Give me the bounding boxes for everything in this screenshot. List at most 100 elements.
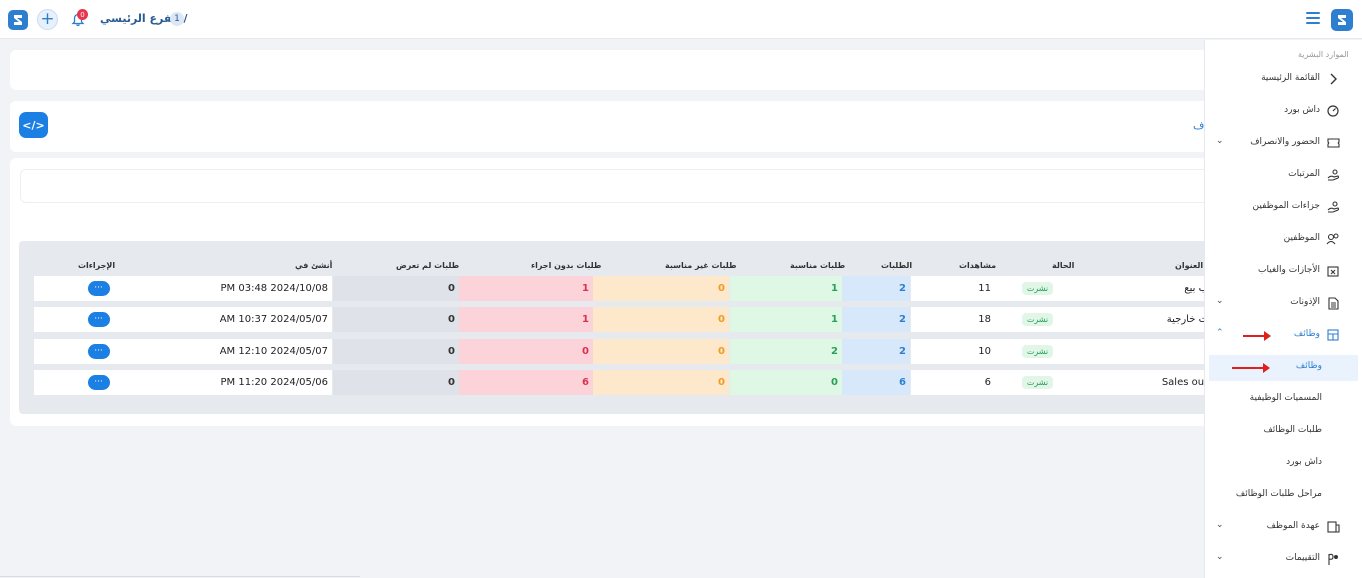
calendar-x-icon [1326, 264, 1340, 278]
penalty-hand-icon [1326, 200, 1340, 214]
cell-applications[interactable]: 6 [842, 370, 910, 395]
chevron-down-icon[interactable]: ⌄ [1216, 296, 1224, 306]
header-status: الحالة [1052, 261, 1075, 270]
cell-fit: 0 [730, 370, 842, 395]
cell-fit: 1 [730, 307, 842, 332]
sidebar-item-label: جزاءات الموظفين [1252, 201, 1320, 211]
sidebar-item-label: التقييمات [1285, 553, 1320, 563]
header-unfit: طلبات غير مناسبة [665, 261, 737, 270]
cell-fit: 2 [730, 339, 842, 364]
table-row[interactable]: ··· AM 10:37 2024/05/07 0 1 0 1 2 18 نشر… [34, 307, 1210, 332]
sidebar-item-salaries[interactable]: المرتبات [1205, 163, 1362, 189]
sidebar-subitem-label: طلبات الوظائف [1263, 425, 1322, 435]
sidebar-item-label: الإذونات [1290, 297, 1320, 307]
custody-icon [1326, 520, 1340, 534]
cell-title[interactable]: ـ [1080, 339, 1210, 364]
sidebar-item-employees[interactable]: الموظفين [1205, 227, 1362, 253]
header-created: أنشئ في [295, 261, 333, 270]
sidebar-item-custody[interactable]: ⌄ عهدة الموظف [1205, 515, 1362, 541]
cell-created: AM 12:10 2024/05/07 [163, 339, 332, 364]
sidebar-item-main-menu[interactable]: القائمة الرئيسية [1205, 67, 1362, 93]
chevron-right-icon [1326, 72, 1340, 86]
row-actions-button[interactable]: ··· [87, 281, 110, 296]
sidebar-subitem-application-stages[interactable]: مراحل طلبات الوظائف [1205, 483, 1362, 509]
cell-no-show: 0 [333, 370, 459, 395]
sidebar-item-jobs[interactable]: ⌃ وظائف [1205, 323, 1362, 349]
code-view-button[interactable]: </> [19, 112, 48, 138]
sidebar-item-label: الموظفين [1283, 233, 1320, 243]
cell-title[interactable]: ت خارجية [1080, 307, 1210, 332]
cell-unfit: 0 [593, 370, 729, 395]
sidebar-item-vacations[interactable]: الأجازات والغياب [1205, 259, 1362, 285]
row-actions-button[interactable]: ··· [87, 375, 110, 390]
cell-title[interactable]: ب بيع [1080, 276, 1210, 301]
sidebar-item-dashboard[interactable]: داش بورد [1205, 99, 1362, 125]
sidebar-item-label: القائمة الرئيسية [1261, 73, 1320, 83]
plus-icon[interactable]: + [37, 9, 58, 30]
filter-card [10, 50, 1210, 90]
sidebar-item-attendance[interactable]: ⌄ الحضور والانصراف [1205, 131, 1362, 157]
row-actions-button[interactable]: ··· [87, 312, 110, 327]
footer-divider [0, 576, 360, 577]
document-icon [1326, 296, 1340, 310]
cell-created: PM 03:48 2024/10/08 [163, 276, 332, 301]
app-logo-small[interactable] [8, 10, 28, 30]
cell-fit: 1 [730, 276, 842, 301]
sidebar-subitem-label: وظائف [1295, 361, 1322, 371]
ticket-icon [1326, 136, 1340, 150]
cell-unfit: 0 [593, 339, 729, 364]
cell-no-show: 0 [333, 339, 459, 364]
cell-no-action: 1 [459, 307, 593, 332]
status-badge: نشرت [1021, 313, 1054, 326]
sidebar-item-penalties[interactable]: جزاءات الموظفين [1205, 195, 1362, 221]
sidebar-item-label: عهدة الموظف [1266, 521, 1320, 531]
cell-no-show: 0 [333, 307, 459, 332]
sidebar-item-label: الأجازات والغياب [1258, 265, 1320, 275]
sidebar-item-label: المرتبات [1288, 169, 1320, 179]
hamburger-menu-icon[interactable] [1306, 12, 1320, 24]
table-row[interactable]: ··· PM 11:20 2024/05/06 0 6 0 0 6 6 نشرت… [34, 370, 1210, 395]
cell-applications[interactable]: 2 [842, 339, 910, 364]
sidebar-subitem-job-applications[interactable]: طلبات الوظائف [1205, 419, 1362, 445]
sidebar-item-label: الحضور والانصراف [1250, 137, 1320, 147]
cell-unfit: 0 [593, 276, 729, 301]
status-badge: نشرت [1021, 282, 1054, 295]
sidebar-subitem-job-titles[interactable]: المسميات الوظيفية [1205, 387, 1362, 413]
notification-count-badge: 0 [77, 9, 88, 20]
header-actions: الإجراءات [78, 261, 116, 270]
row-actions-button[interactable]: ··· [87, 344, 110, 359]
sidebar-item-ratings[interactable]: ⌄ التقييمات [1205, 547, 1362, 573]
chevron-down-icon[interactable]: ⌄ [1216, 136, 1224, 146]
top-bar [0, 0, 1362, 39]
app-logo[interactable] [1331, 9, 1353, 31]
cell-no-action: 1 [459, 276, 593, 301]
search-input[interactable] [20, 169, 1210, 203]
status-badge: نشرت [1021, 376, 1054, 389]
cell-created: AM 10:37 2024/05/07 [163, 307, 332, 332]
branch-number-badge: 1 [170, 12, 184, 26]
sidebar-subitem-dashboard[interactable]: داش بورد [1205, 451, 1362, 477]
rating-icon [1326, 552, 1340, 566]
chevron-down-icon[interactable]: ⌄ [1216, 552, 1224, 562]
table-row[interactable]: ··· PM 03:48 2024/10/08 0 1 0 1 2 11 نشر… [34, 276, 1210, 301]
cell-views: 6 [911, 370, 995, 395]
sidebar-item-label: وظائف [1293, 329, 1320, 339]
header-no-action: طلبات بدون اجراء [531, 261, 602, 270]
salary-hand-icon [1326, 168, 1340, 182]
header-fit: طلبات مناسبة [790, 261, 846, 270]
chevron-up-icon[interactable]: ⌃ [1216, 328, 1224, 338]
cell-views: 10 [911, 339, 995, 364]
cell-applications[interactable]: 2 [842, 307, 910, 332]
cell-applications[interactable]: 2 [842, 276, 910, 301]
annotation-arrow [1232, 363, 1270, 373]
cell-created: PM 11:20 2024/05/06 [163, 370, 332, 395]
table-row[interactable]: ··· AM 12:10 2024/05/07 0 0 0 2 2 10 نشر… [34, 339, 1210, 364]
jobs-icon [1326, 328, 1340, 342]
header-applications: الطلبات [881, 261, 913, 270]
chevron-down-icon[interactable]: ⌄ [1216, 520, 1224, 530]
cell-no-action: 6 [459, 370, 593, 395]
sidebar-item-permissions[interactable]: ⌄ الإذونات [1205, 291, 1362, 317]
cell-title[interactable]: Sales out [1080, 370, 1210, 395]
cell-unfit: 0 [593, 307, 729, 332]
sidebar-subitem-label: مراحل طلبات الوظائف [1235, 489, 1322, 499]
